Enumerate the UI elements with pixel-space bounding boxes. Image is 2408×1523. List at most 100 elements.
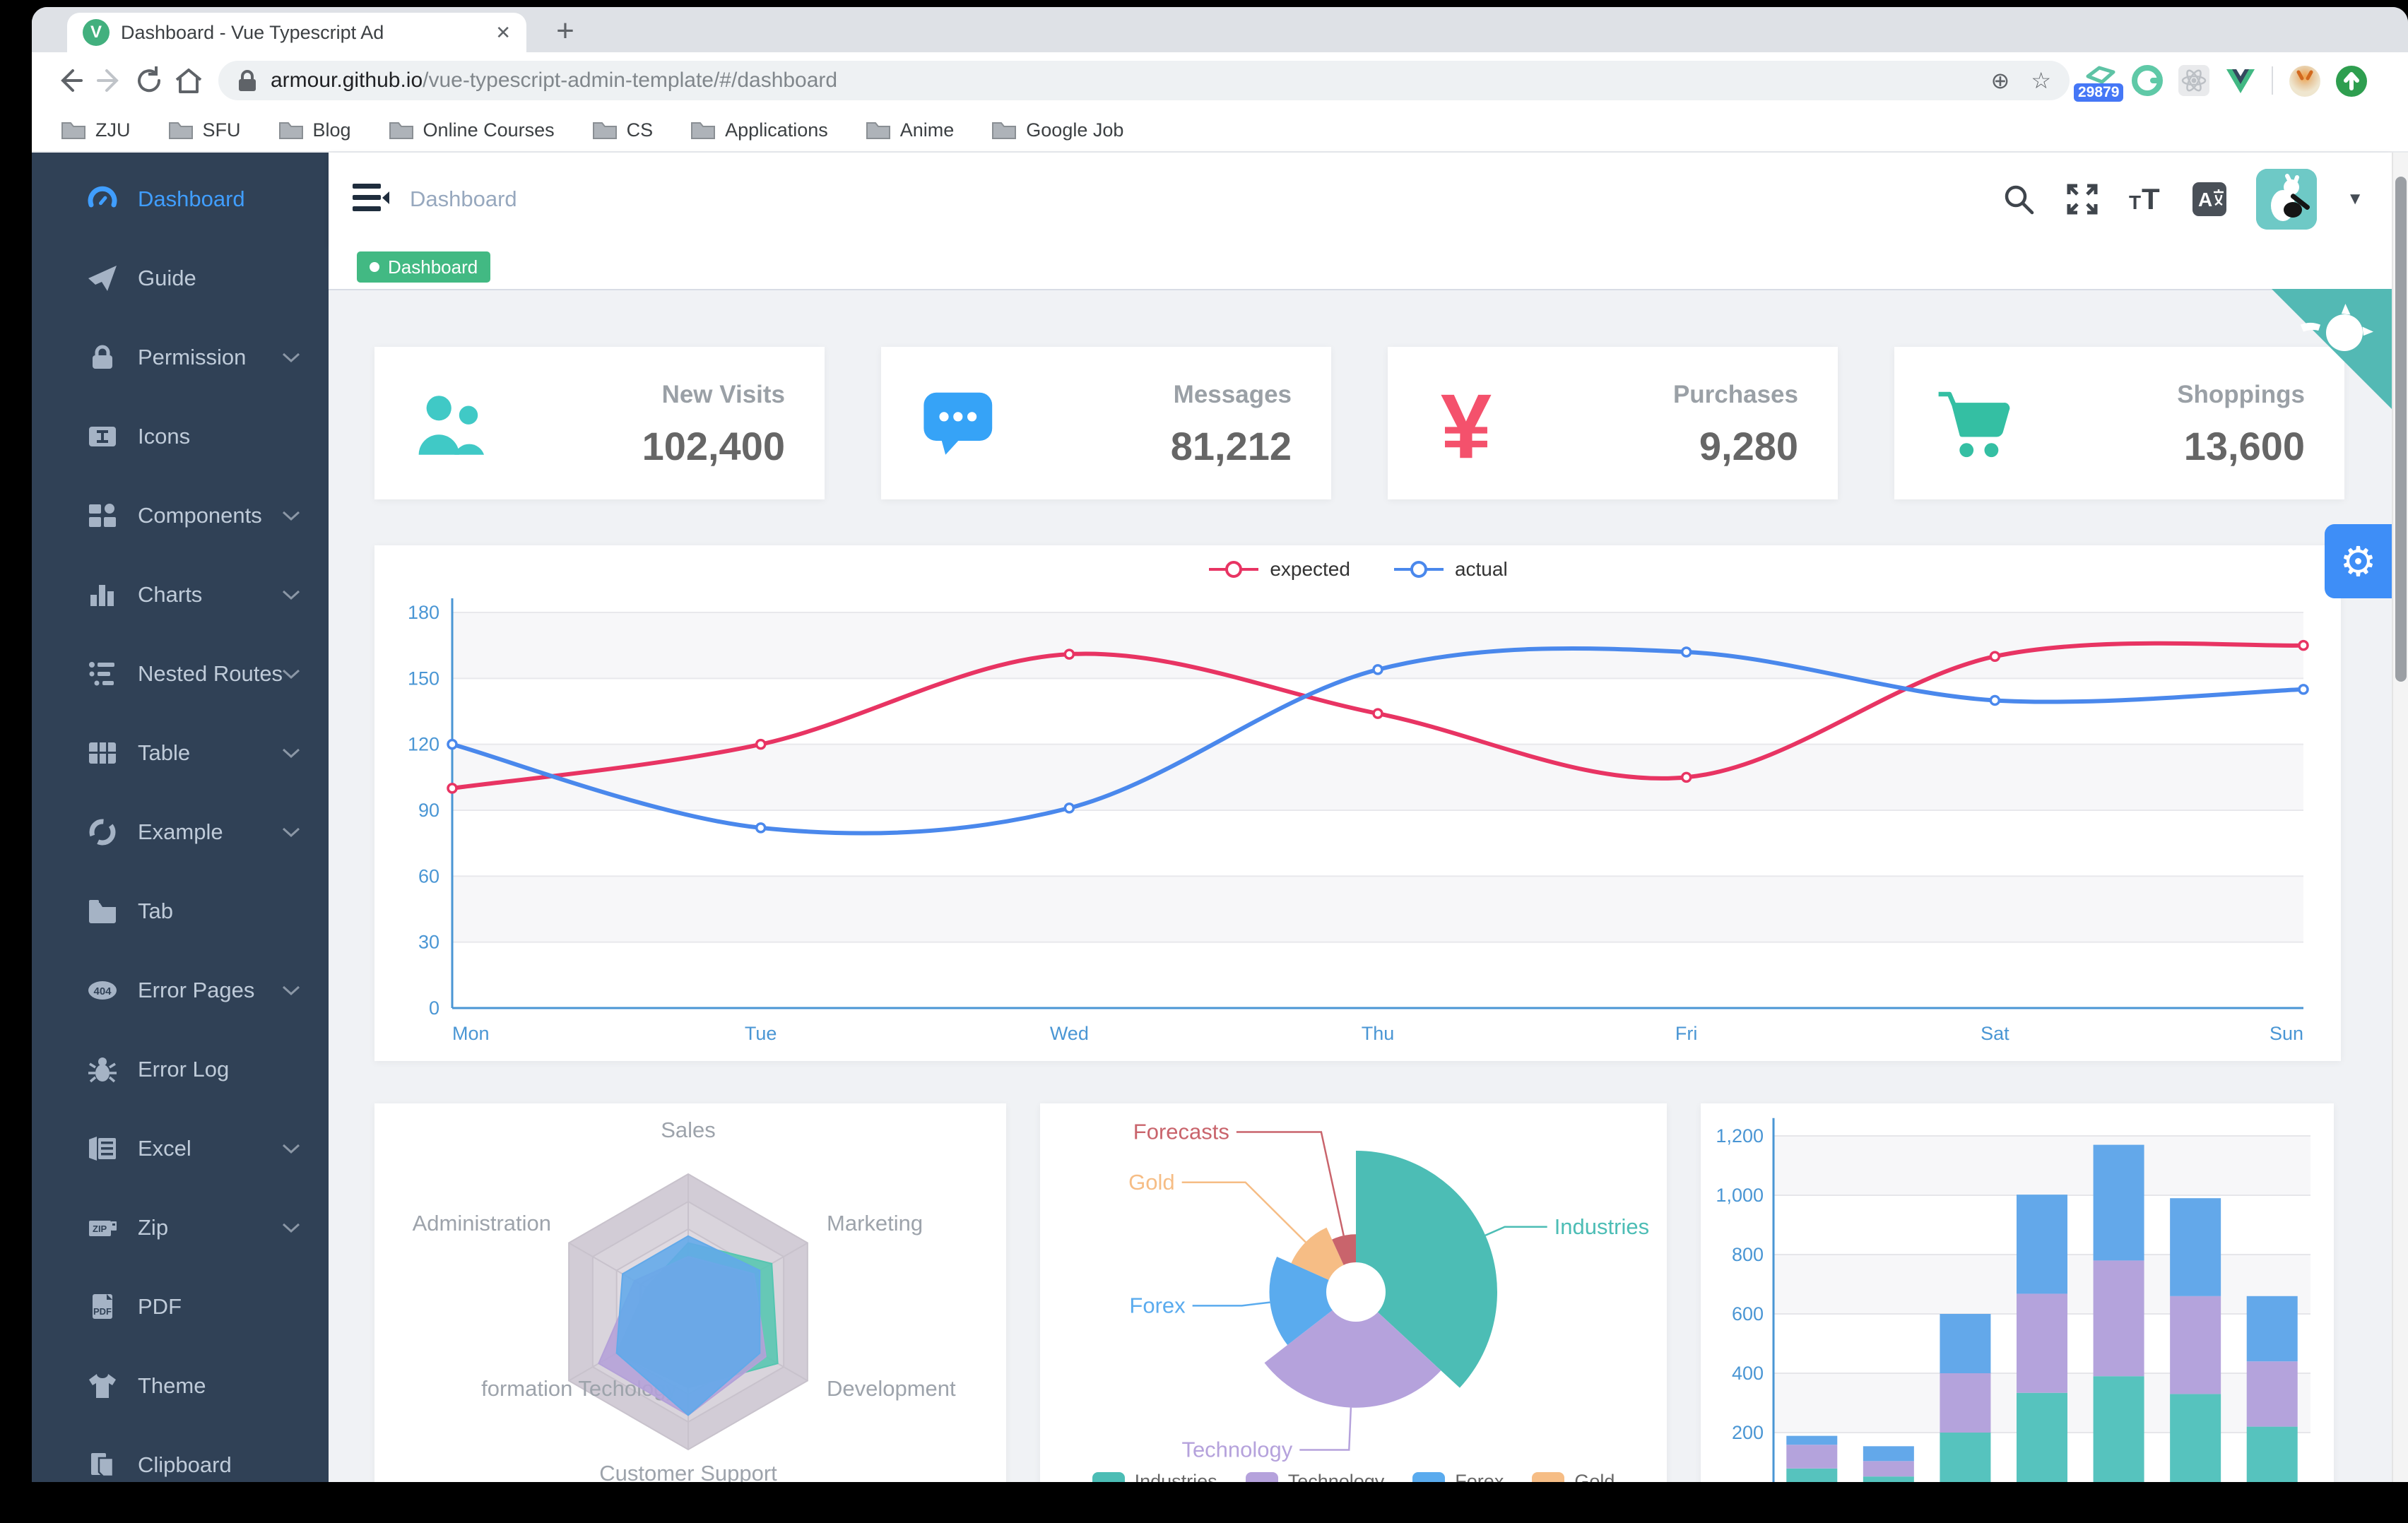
pie-legend-item-industries[interactable]: Industries bbox=[1092, 1471, 1217, 1482]
bookmark-item[interactable]: Blog bbox=[278, 119, 351, 141]
sidebar-item-pdf[interactable]: PDF PDF bbox=[32, 1267, 329, 1346]
sidebar-item-theme[interactable]: Theme bbox=[32, 1346, 329, 1426]
sidebar-item-tab[interactable]: Tab bbox=[32, 872, 329, 951]
bookmark-label: SFU bbox=[202, 119, 241, 141]
bookmark-item[interactable]: Applications bbox=[691, 119, 828, 141]
tag-dashboard[interactable]: Dashboard bbox=[357, 251, 491, 283]
svg-text:PDF: PDF bbox=[93, 1306, 112, 1317]
breadcrumb: Dashboard bbox=[410, 186, 517, 211]
sidebar-item-table[interactable]: Table bbox=[32, 713, 329, 793]
user-avatar[interactable] bbox=[2256, 168, 2318, 230]
example-icon bbox=[87, 817, 118, 848]
sidebar-item-zip[interactable]: ZIP Zip bbox=[32, 1188, 329, 1267]
forward-icon[interactable] bbox=[90, 61, 129, 100]
chrome-update-icon[interactable] bbox=[2335, 65, 2367, 97]
bookmark-label: CS bbox=[626, 119, 654, 141]
fullscreen-icon[interactable] bbox=[2065, 182, 2099, 216]
stat-card-label: Messages bbox=[1173, 381, 1292, 408]
reload-icon[interactable] bbox=[129, 61, 169, 100]
bookmark-item[interactable]: Anime bbox=[866, 119, 954, 141]
chevron-down-icon bbox=[282, 1222, 300, 1233]
translate-icon[interactable]: A bbox=[2192, 182, 2227, 216]
pie-legend-item-technology[interactable]: Technology bbox=[1245, 1471, 1384, 1482]
sidebar-item-components[interactable]: Components bbox=[32, 476, 329, 555]
pie-legend-item-gold[interactable]: Gold bbox=[1532, 1471, 1615, 1482]
page-scrollbar[interactable] bbox=[2392, 153, 2408, 1482]
stat-card-new-visits[interactable]: New Visits 102,400 bbox=[374, 347, 825, 499]
address-bar[interactable]: armour.github.io/vue-typescript-admin-te… bbox=[218, 61, 2070, 100]
sidebar-item-clipboard[interactable]: Clipboard bbox=[32, 1426, 329, 1482]
bookmark-item[interactable]: ZJU bbox=[61, 119, 131, 141]
extensions-row: 29879 bbox=[2074, 65, 2367, 102]
app-navbar: Dashboard TT A ▼ bbox=[329, 153, 2392, 245]
pie-slice-label: Forecasts bbox=[1133, 1120, 1229, 1144]
stat-card-messages[interactable]: Messages 81,212 bbox=[881, 347, 1331, 499]
radar-axis-label: Customer Support bbox=[599, 1461, 777, 1482]
table-icon bbox=[87, 737, 118, 769]
extension-mail-icon[interactable]: 29879 bbox=[2074, 65, 2124, 102]
browser-tab[interactable]: V Dashboard - Vue Typescript Ad ✕ bbox=[67, 13, 526, 52]
bookmark-item[interactable]: CS bbox=[592, 119, 654, 141]
stat-card-label: New Visits bbox=[661, 381, 785, 408]
legend-swatch bbox=[1245, 1471, 1278, 1482]
grammarly-icon[interactable] bbox=[2132, 65, 2163, 96]
excel-icon bbox=[87, 1133, 118, 1164]
folder-icon bbox=[866, 122, 890, 139]
svg-text:404: 404 bbox=[93, 985, 112, 997]
tab-title: Dashboard - Vue Typescript Ad bbox=[121, 21, 384, 43]
hamburger-icon[interactable] bbox=[348, 175, 394, 220]
vue-devtools-icon[interactable] bbox=[2225, 65, 2256, 96]
chevron-down-icon bbox=[282, 985, 300, 996]
sidebar-item-charts[interactable]: Charts bbox=[32, 555, 329, 634]
browser-toolbar: armour.github.io/vue-typescript-admin-te… bbox=[32, 52, 2408, 109]
text-size-icon[interactable]: TT bbox=[2129, 182, 2163, 216]
react-devtools-icon[interactable] bbox=[2178, 65, 2209, 96]
navbar-actions: TT A ▼ bbox=[2002, 153, 2363, 245]
sidebar-item-error-pages[interactable]: 404 Error Pages bbox=[32, 951, 329, 1030]
radar-axis-label: Development bbox=[827, 1376, 956, 1401]
stat-card-value: 9,280 bbox=[1699, 424, 1798, 468]
folder-icon bbox=[168, 122, 193, 139]
bookmark-item[interactable]: Google Job bbox=[992, 119, 1123, 141]
stat-card-purchases[interactable]: ¥ Purchases 9,280 bbox=[1388, 347, 1838, 499]
legend-item-actual[interactable]: actual bbox=[1393, 558, 1508, 581]
pie-chart: Industries Technology Forex Gold Forecasts bbox=[1128, 1120, 1649, 1462]
pie-slice-label: Forex bbox=[1129, 1293, 1186, 1317]
sidebar-item-excel[interactable]: Excel bbox=[32, 1109, 329, 1188]
sidebar-item-icons[interactable]: Icons bbox=[32, 397, 329, 476]
sidebar-item-label: Table bbox=[138, 740, 191, 765]
sidebar-item-guide[interactable]: Guide bbox=[32, 239, 329, 318]
bookmark-item[interactable]: Online Courses bbox=[389, 119, 555, 141]
stat-card-value: 81,212 bbox=[1170, 424, 1292, 468]
sidebar-item-nested-routes[interactable]: Nested Routes bbox=[32, 634, 329, 713]
pie-legend-item-forex[interactable]: Forex bbox=[1412, 1471, 1504, 1482]
svg-text:1,200: 1,200 bbox=[1716, 1125, 1764, 1146]
search-icon[interactable] bbox=[2002, 182, 2036, 216]
sidebar-item-dashboard[interactable]: Dashboard bbox=[32, 160, 329, 239]
bookmarks-bar: ZJU SFU Blog Online Courses CS Applications An… bbox=[32, 109, 2408, 153]
github-corner-ribbon[interactable] bbox=[2254, 289, 2392, 427]
legend-item-expected[interactable]: expected bbox=[1208, 558, 1350, 581]
url-text[interactable]: armour.github.io/vue-typescript-admin-te… bbox=[271, 69, 1970, 93]
zoom-icon[interactable]: ⊕ bbox=[1991, 67, 2010, 94]
scrollbar-thumb[interactable] bbox=[2395, 177, 2407, 682]
bookmark-star-icon[interactable]: ☆ bbox=[2031, 67, 2051, 94]
sidebar-item-error-log[interactable]: Error Log bbox=[32, 1030, 329, 1109]
caret-down-icon[interactable]: ▼ bbox=[2347, 189, 2363, 209]
profile-avatar[interactable] bbox=[2289, 65, 2320, 97]
sidebar-item-label: Tab bbox=[138, 899, 173, 923]
tab-close-icon[interactable]: ✕ bbox=[495, 22, 511, 44]
components-icon bbox=[87, 500, 118, 531]
sidebar-item-permission[interactable]: Permission bbox=[32, 318, 329, 397]
new-tab-button[interactable]: + bbox=[548, 16, 583, 48]
back-icon[interactable] bbox=[50, 61, 90, 100]
svg-text:T: T bbox=[2142, 182, 2160, 215]
browser-window: V Dashboard - Vue Typescript Ad ✕ + armo… bbox=[32, 7, 2408, 1482]
line-chart-legend: expected actual bbox=[374, 558, 2341, 581]
home-icon[interactable] bbox=[169, 61, 208, 100]
settings-button[interactable]: ⚙ bbox=[2325, 524, 2392, 598]
legend-swatch bbox=[1092, 1471, 1125, 1482]
icons-icon bbox=[87, 421, 118, 452]
bookmark-item[interactable]: SFU bbox=[168, 119, 241, 141]
sidebar-item-example[interactable]: Example bbox=[32, 793, 329, 872]
